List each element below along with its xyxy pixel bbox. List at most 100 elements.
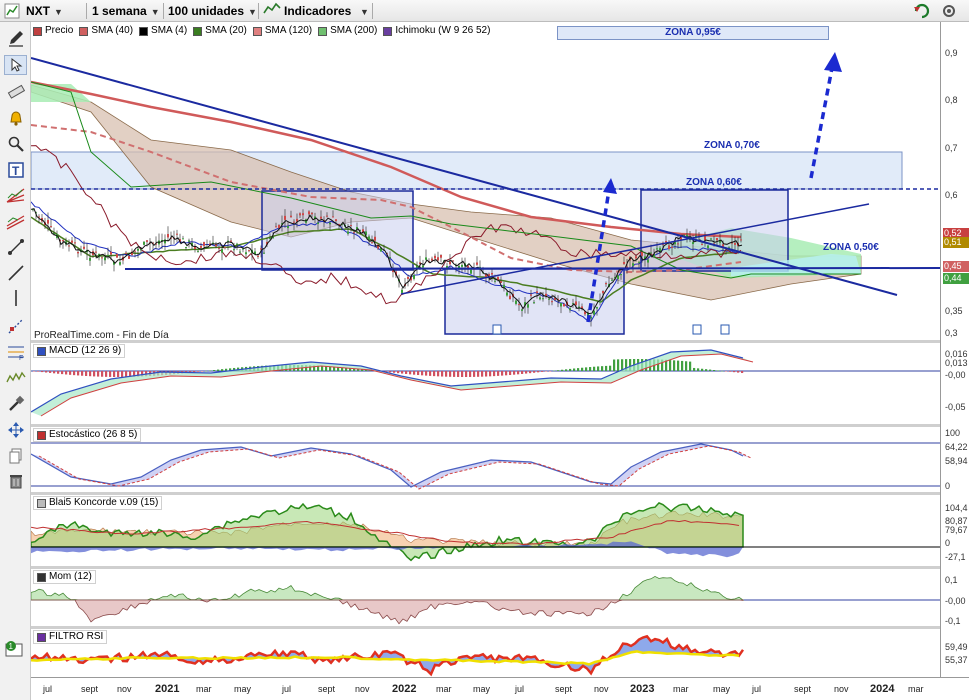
copy-icon[interactable]: [4, 446, 27, 466]
legend-item[interactable]: SMA (4): [139, 24, 187, 38]
panel-divider[interactable]: [31, 492, 940, 495]
macd-bar: [549, 371, 552, 372]
candle-body: [221, 249, 223, 253]
candle-body: [434, 255, 436, 259]
macd-bar: [113, 371, 116, 377]
move-icon[interactable]: [4, 420, 27, 440]
macd-bar: [497, 371, 500, 376]
candle-body: [119, 262, 121, 265]
macd-bar: [469, 371, 472, 377]
source-label: ProRealTime.com - Fin de Día: [34, 330, 169, 341]
add-indicator-icon[interactable]: 1: [4, 640, 26, 660]
fibonacci-fan-icon[interactable]: [4, 185, 27, 205]
units-selector[interactable]: 100 unidades ▼: [168, 2, 257, 20]
alarm-bell-icon[interactable]: [4, 108, 27, 128]
chart-canvas[interactable]: [31, 22, 940, 677]
macd-tick: 0,013: [945, 358, 968, 368]
trash-icon[interactable]: [4, 471, 27, 491]
legend-swatch: [318, 26, 328, 36]
panel-divider[interactable]: [31, 566, 940, 569]
macd-bar: [37, 371, 40, 372]
zone-050-label: ZONA 0,50€: [823, 242, 879, 253]
channel-tool-icon[interactable]: [4, 211, 27, 231]
time-axis[interactable]: jul sept nov 2021 mar may jul sept nov 2022 mar may…: [31, 677, 969, 700]
rsi-color-swatch: [37, 632, 46, 642]
candle-body: [389, 257, 391, 259]
pencil-icon[interactable]: [4, 28, 27, 48]
rsi-title[interactable]: FILTRO RSI: [33, 630, 108, 644]
macd-bar: [505, 371, 508, 376]
candle-body: [515, 300, 517, 304]
vertical-line-icon[interactable]: [4, 288, 27, 308]
panel-divider[interactable]: [31, 626, 940, 629]
ticker-icon[interactable]: [4, 3, 20, 21]
candle-body: [734, 242, 736, 245]
zoom-icon[interactable]: [4, 134, 27, 154]
refresh-icon[interactable]: [912, 2, 932, 20]
legend-item[interactable]: Ichimoku (W 9 26 52): [383, 24, 490, 38]
legend-item[interactable]: SMA (40): [79, 24, 133, 38]
price-axis[interactable]: 0,9 0,8 0,7 0,6 0,35 0,3 0,52 0,51 0,45 0,44 0,016…: [940, 22, 969, 677]
macd-bar: [541, 371, 544, 372]
macd-bar: [465, 371, 468, 377]
macd-bar: [221, 369, 224, 371]
candle-body: [638, 261, 640, 263]
stoch-title[interactable]: Estocástico (26 8 5): [33, 428, 142, 442]
indicators-dropdown[interactable]: ▼: [356, 2, 369, 20]
legend-item[interactable]: SMA (20): [193, 24, 247, 38]
year-label: 2024: [870, 683, 895, 695]
svg-text:F: F: [19, 355, 23, 361]
legend-item[interactable]: Precio: [33, 24, 73, 38]
legend-label: SMA (40): [91, 25, 134, 36]
macd-bar: [669, 360, 672, 371]
koncorde-tick: 104,4: [945, 503, 968, 513]
crosshair-icon[interactable]: [4, 316, 27, 336]
price-badge: 0,44: [943, 273, 969, 284]
legend-item[interactable]: SMA (120): [252, 24, 312, 38]
legend-item[interactable]: SMA (200): [318, 24, 377, 38]
month-label: mar: [196, 684, 212, 694]
legend-label: Ichimoku (W 9 26 52): [395, 25, 491, 36]
note-icon[interactable]: [492, 324, 502, 335]
note-icon[interactable]: [692, 324, 702, 335]
macd-bar: [533, 371, 536, 373]
ruler-icon[interactable]: [4, 82, 27, 102]
segment-tool-icon[interactable]: [4, 237, 27, 257]
price-tick: 0,35: [945, 306, 963, 316]
zone-070-label: ZONA 0,70€: [704, 140, 760, 151]
rsi-title-text: FILTRO RSI: [49, 631, 104, 642]
trend-line-icon[interactable]: [4, 263, 27, 283]
candle-body: [551, 301, 553, 303]
divider: [86, 3, 87, 19]
candle-body: [71, 240, 73, 243]
macd-bar: [321, 365, 324, 371]
macd-bar: [33, 371, 36, 372]
koncorde-title[interactable]: Blai5 Koncorde v.09 (15): [33, 496, 163, 510]
rsi-tick: 55,37: [945, 655, 968, 665]
candle-body: [374, 236, 376, 241]
candle-body: [548, 298, 550, 300]
ticker-selector[interactable]: NXT ▼: [26, 2, 63, 20]
wave-tool-icon[interactable]: [4, 368, 27, 388]
tools-icon[interactable]: [4, 394, 27, 414]
candle-body: [236, 243, 238, 245]
candle-body: [68, 245, 70, 247]
price-tick: 0,9: [945, 48, 958, 58]
month-label: jul: [515, 684, 525, 694]
candle-body: [494, 280, 496, 282]
fibonacci-retracement-icon[interactable]: F: [4, 342, 27, 362]
text-tool-icon[interactable]: T: [4, 160, 27, 180]
note-icon[interactable]: [720, 324, 730, 335]
cursor-icon[interactable]: [4, 55, 27, 75]
indicators-button[interactable]: Indicadores: [263, 2, 351, 20]
mom-title[interactable]: Mom (12): [33, 570, 96, 584]
panel-divider[interactable]: [31, 424, 940, 427]
period-selector[interactable]: 1 semana ▼: [92, 2, 160, 20]
macd-bar: [729, 371, 732, 372]
macd-bar: [721, 370, 724, 372]
macd-bar: [489, 371, 492, 377]
macd-title[interactable]: MACD (12 26 9): [33, 344, 126, 358]
macd-bar: [193, 371, 196, 373]
settings-icon[interactable]: [940, 2, 958, 20]
candle-body: [329, 222, 331, 225]
